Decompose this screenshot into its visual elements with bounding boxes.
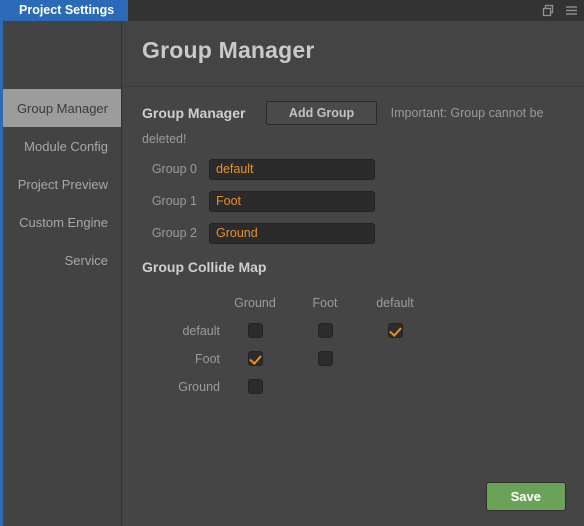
- collide-map-row: Ground: [142, 373, 430, 401]
- tab-label: Project Settings: [19, 3, 115, 17]
- sidebar-item-custom-engine[interactable]: Custom Engine: [3, 203, 121, 241]
- group-row: Group 2: [142, 217, 375, 249]
- sidebar-item-project-preview[interactable]: Project Preview: [3, 165, 121, 203]
- sidebar-item-label: Group Manager: [16, 100, 108, 116]
- collide-map-column-header: default: [376, 296, 414, 310]
- collide-cell-foot-ground: [220, 345, 290, 373]
- menu-icon[interactable]: [565, 4, 578, 17]
- collide-map-section-title: Group Collide Map: [142, 259, 267, 275]
- sidebar-item-label: Project Preview: [17, 176, 108, 192]
- save-button[interactable]: Save: [485, 482, 566, 511]
- group-name-input-0[interactable]: [209, 158, 375, 180]
- group-list: Group 0 Group 1 Group 2: [142, 153, 375, 249]
- page-title: Group Manager: [142, 37, 315, 63]
- collide-checkbox[interactable]: [247, 379, 263, 395]
- collide-cell-default-default: [360, 317, 430, 345]
- title-bar-icon-group: [542, 0, 578, 21]
- collide-cell-empty: [290, 373, 360, 401]
- collide-map-column-header: Ground: [234, 296, 276, 310]
- collide-cell-default-foot: [290, 317, 360, 345]
- group-row: Group 1: [142, 185, 375, 217]
- group-manager-header: Group Manager Add Group Important: Group…: [142, 100, 570, 152]
- collide-map-row-header: Foot: [194, 352, 220, 366]
- group-manager-section-title: Group Manager: [142, 105, 246, 121]
- group-name-input-1[interactable]: [209, 190, 375, 212]
- group-label: Group 2: [151, 226, 197, 240]
- sidebar-item-label: Module Config: [24, 138, 108, 154]
- collide-cell-empty: [360, 373, 430, 401]
- collide-cell-default-ground: [220, 317, 290, 345]
- collide-map-corner: [142, 289, 220, 317]
- content-panel: Group Manager Group Manager Add Group Im…: [123, 21, 584, 526]
- group-name-input-2[interactable]: [209, 222, 375, 244]
- sidebar-top-spacer: [3, 21, 121, 89]
- collide-cell-ground-ground: [220, 373, 290, 401]
- sidebar-item-group-manager[interactable]: Group Manager: [3, 89, 121, 127]
- collide-map-column-header: Foot: [312, 296, 338, 310]
- collide-checkbox[interactable]: [317, 351, 333, 367]
- collide-cell-foot-foot: [290, 345, 360, 373]
- sidebar-item-service[interactable]: Service: [3, 241, 121, 279]
- page-header: Group Manager: [123, 21, 584, 87]
- sidebar-item-label: Service: [64, 252, 108, 268]
- collide-cell-empty: [360, 345, 430, 373]
- title-bar: Project Settings: [0, 0, 584, 21]
- collide-map-row-header: Ground: [178, 380, 220, 394]
- collide-map-row-header: default: [182, 324, 220, 338]
- sidebar-item-label: Custom Engine: [19, 214, 108, 230]
- collide-map-row: default: [142, 317, 430, 345]
- collide-map-row: Foot: [142, 345, 430, 373]
- group-label: Group 0: [151, 162, 197, 176]
- collide-checkbox[interactable]: [387, 323, 403, 339]
- collide-map-table: Ground Foot default default Foot Ground: [142, 289, 430, 401]
- window-accent-strip: [0, 0, 3, 526]
- group-label: Group 1: [151, 194, 197, 208]
- sidebar: Group Manager Module Config Project Prev…: [3, 21, 122, 526]
- page-body: Group Manager Add Group Important: Group…: [123, 87, 584, 525]
- collide-checkbox[interactable]: [317, 323, 333, 339]
- group-row: Group 0: [142, 153, 375, 185]
- collide-checkbox[interactable]: [247, 351, 263, 367]
- sidebar-item-module-config[interactable]: Module Config: [3, 127, 121, 165]
- tab-project-settings[interactable]: Project Settings: [3, 0, 129, 21]
- restore-window-icon[interactable]: [542, 4, 555, 17]
- add-group-button[interactable]: Add Group: [265, 101, 378, 125]
- project-settings-window: Project Settings Group Manager Module Co…: [0, 0, 584, 526]
- collide-map-header-row: Ground Foot default: [142, 289, 430, 317]
- collide-checkbox[interactable]: [247, 323, 263, 339]
